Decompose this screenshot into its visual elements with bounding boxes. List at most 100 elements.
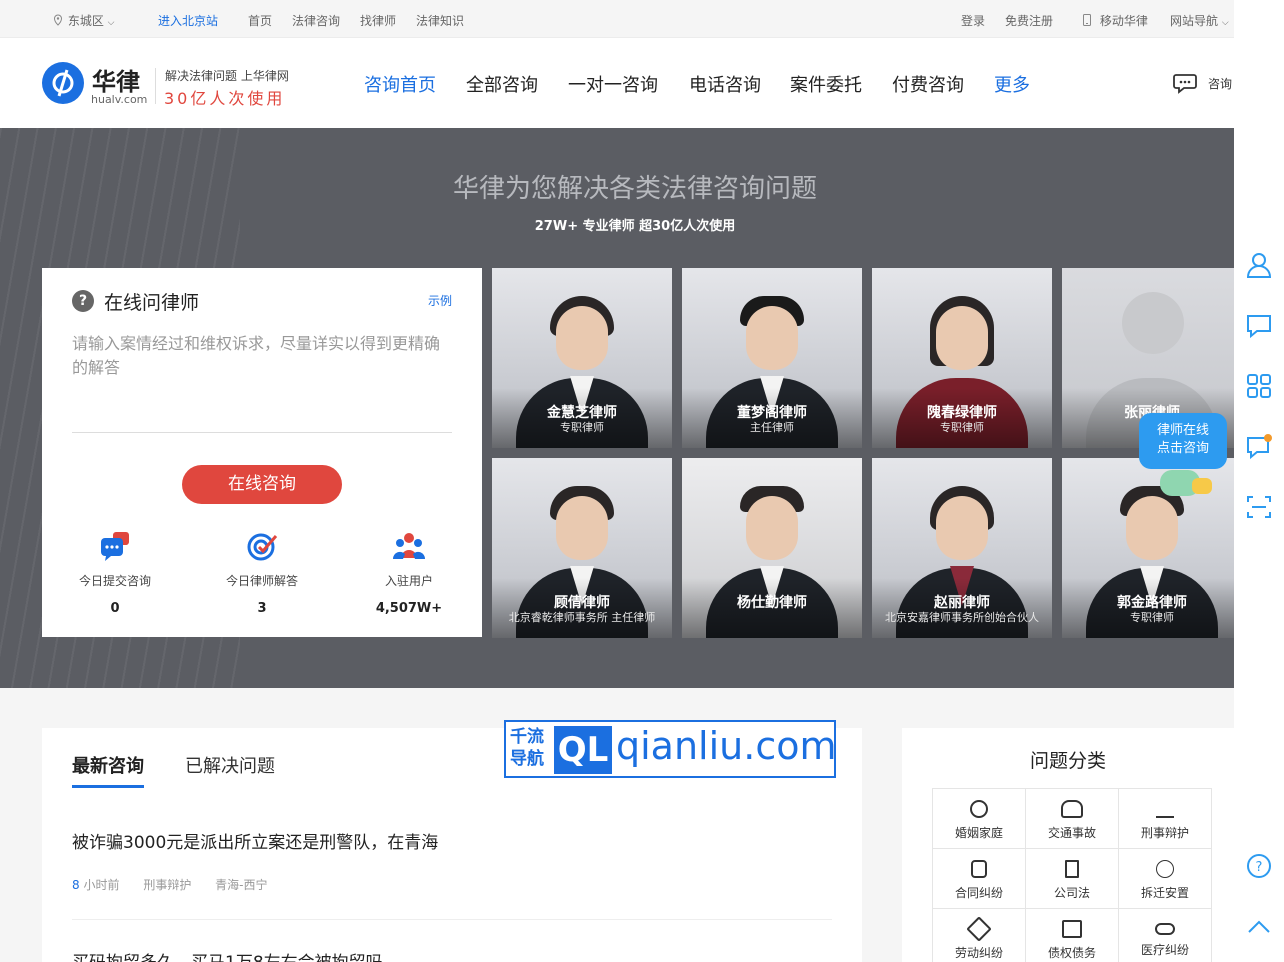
textarea-underline bbox=[72, 432, 452, 433]
category-criminal[interactable]: 刑事辩护 bbox=[1119, 789, 1212, 849]
meta-category[interactable]: 刑事辩护 bbox=[143, 878, 191, 892]
chat-icon bbox=[1173, 74, 1197, 94]
tab-latest[interactable]: 最新咨询 bbox=[72, 752, 144, 778]
enter-site-link[interactable]: 进入北京站 bbox=[158, 12, 218, 29]
chat-notify-icon[interactable] bbox=[1246, 434, 1272, 460]
category-grid: 婚姻家庭 交通事故 刑事辩护 合同纠纷 公司法 拆迁安置 劳动纠纷 债权债务 医… bbox=[932, 788, 1212, 962]
online-consult-button[interactable]: 在线咨询 bbox=[182, 465, 342, 504]
fan-icon bbox=[1156, 860, 1174, 878]
topbar-link-find-lawyer[interactable]: 找律师 bbox=[360, 12, 396, 29]
category-debt[interactable]: 债权债务 bbox=[1026, 909, 1119, 962]
category-company[interactable]: 公司法 bbox=[1026, 849, 1119, 909]
apps-grid-icon[interactable] bbox=[1246, 373, 1272, 399]
lawyer-title: 主任律师 bbox=[750, 421, 794, 434]
category-label: 劳动纠纷 bbox=[954, 946, 1003, 960]
lawyer-online-popup[interactable]: 律师在线 点击咨询 bbox=[1139, 413, 1227, 469]
hero-title: 华律为您解决各类法律咨询问题 bbox=[452, 174, 817, 204]
category-title: 问题分类 bbox=[1029, 750, 1106, 772]
user-icon[interactable] bbox=[1246, 252, 1272, 278]
login-link[interactable]: 登录 bbox=[961, 12, 985, 29]
hero-section: 华律为您解决各类法律咨询问题 27W+ 专业律师 超30亿人次使用 ? 在线问律… bbox=[0, 128, 1234, 688]
logo-divider bbox=[155, 68, 156, 104]
nav-case-entrust[interactable]: 案件委托 bbox=[790, 71, 862, 97]
category-label: 交通事故 bbox=[1047, 826, 1096, 840]
chevron-down-icon: ⌵ bbox=[107, 18, 115, 28]
consult-item-title[interactable]: 被诈骗3000元是派出所立案还是刑警队，在青海 bbox=[72, 828, 438, 853]
category-labor[interactable]: 劳动纠纷 bbox=[933, 909, 1026, 962]
header-consult-button[interactable]: 咨询 bbox=[1173, 72, 1232, 98]
example-link[interactable]: 示例 bbox=[428, 292, 452, 309]
money-icon bbox=[1062, 920, 1082, 938]
car-icon bbox=[1061, 800, 1083, 818]
lawyer-card[interactable]: 赵丽律师 北京安嘉律师事务所创始合伙人 bbox=[872, 458, 1052, 638]
scan-icon[interactable] bbox=[1246, 494, 1272, 520]
topbar-link-knowledge[interactable]: 法律知识 bbox=[416, 12, 464, 29]
category-label: 刑事辩护 bbox=[1140, 826, 1189, 840]
svg-text:?: ? bbox=[1256, 860, 1263, 875]
category-contract[interactable]: 合同纠纷 bbox=[933, 849, 1026, 909]
lawyer-title: 专职律师 bbox=[1130, 611, 1174, 624]
site-nav-link[interactable]: 网站导航 ⌵ bbox=[1170, 12, 1229, 29]
consult-item-title[interactable]: 买码拘留多久，买马1万8左右会被拘留吗 bbox=[72, 948, 383, 962]
help-icon[interactable]: ? bbox=[1246, 853, 1272, 879]
meta-time-unit: 小时前 bbox=[83, 878, 120, 892]
category-label: 债权债务 bbox=[1047, 946, 1096, 960]
mobile-text: 移动华律 bbox=[1099, 14, 1148, 28]
message-icon[interactable] bbox=[1246, 313, 1272, 339]
nav-paid-consult[interactable]: 付费咨询 bbox=[892, 71, 964, 97]
logo-name: 华律 bbox=[92, 68, 140, 96]
meta-location: 青海-西宁 bbox=[215, 878, 268, 892]
stat-label: 入驻用户 bbox=[384, 574, 433, 588]
watermark-cn-text: 千流导航 bbox=[510, 727, 544, 769]
slogan-line1: 解决法律问题 上华律网 bbox=[165, 69, 289, 83]
popup-line1: 律师在线 bbox=[1156, 423, 1209, 438]
document-icon bbox=[971, 860, 987, 878]
location-text: 东城区 bbox=[67, 14, 104, 28]
lawyer-title: 专职律师 bbox=[940, 421, 984, 434]
topbar-link-consult[interactable]: 法律咨询 bbox=[292, 12, 340, 29]
question-textarea[interactable]: 请输入案情经过和维权诉求，尽量详实以得到更精确的解答 bbox=[72, 332, 452, 380]
nav-more[interactable]: 更多 bbox=[994, 71, 1030, 97]
lawyer-title: 北京睿乾律师事务所 主任律师 bbox=[508, 611, 656, 624]
watermark-cn: 千流导航 bbox=[510, 726, 550, 770]
header-consult-text: 咨询 bbox=[1208, 77, 1233, 91]
lawyer-card[interactable]: 隗春绿律师 专职律师 bbox=[872, 268, 1052, 448]
popup-line2: 点击咨询 bbox=[1156, 441, 1209, 456]
nav-consult-home[interactable]: 咨询首页 bbox=[364, 71, 436, 97]
lawyer-card[interactable]: 金慧芝律师 专职律师 bbox=[492, 268, 672, 448]
category-panel: 问题分类 婚姻家庭 交通事故 刑事辩护 合同纠纷 公司法 拆迁安置 劳动纠纷 债… bbox=[902, 728, 1234, 962]
labor-icon bbox=[966, 916, 992, 942]
category-medical[interactable]: 医疗纠纷 bbox=[1119, 909, 1212, 962]
nav-phone-consult[interactable]: 电话咨询 bbox=[689, 71, 761, 97]
nav-all-consult[interactable]: 全部咨询 bbox=[466, 71, 538, 97]
register-link[interactable]: 免费注册 bbox=[1005, 12, 1053, 29]
location-selector[interactable]: 东城区 ⌵ bbox=[52, 12, 115, 29]
logo-icon[interactable] bbox=[42, 62, 84, 104]
lawyer-card[interactable]: 杨仕勤律师 bbox=[682, 458, 862, 638]
lawyer-name: 杨仕勤律师 bbox=[737, 595, 807, 611]
stat-value: 3 bbox=[257, 601, 267, 616]
lawyer-card[interactable]: 董梦阁律师 主任律师 bbox=[682, 268, 862, 448]
target-check-icon bbox=[246, 530, 278, 562]
lawyer-card[interactable]: 顾倩律师 北京睿乾律师事务所 主任律师 bbox=[492, 458, 672, 638]
topbar-link-home[interactable]: 首页 bbox=[248, 12, 272, 29]
stat-answered: 今日律师解答 3 bbox=[192, 530, 332, 616]
back-to-top-icon[interactable] bbox=[1246, 914, 1272, 940]
category-marriage[interactable]: 婚姻家庭 bbox=[933, 789, 1026, 849]
header: 华律 hualv.com 解决法律问题 上华律网 30亿人次使用 咨询首页 全部… bbox=[0, 38, 1234, 128]
category-label: 公司法 bbox=[1053, 886, 1090, 900]
category-demolition[interactable]: 拆迁安置 bbox=[1119, 849, 1212, 909]
logo-domain: hualv.com bbox=[91, 93, 148, 106]
category-label: 拆迁安置 bbox=[1140, 886, 1189, 900]
mobile-link[interactable]: 移动华律 bbox=[1082, 12, 1148, 29]
consult-item-meta: 8 小时前 刑事辩护 青海-西宁 bbox=[72, 876, 268, 893]
category-traffic[interactable]: 交通事故 bbox=[1026, 789, 1119, 849]
question-icon: ? bbox=[72, 290, 94, 312]
meta-time-num: 8 bbox=[72, 878, 80, 892]
tab-solved[interactable]: 已解决问题 bbox=[185, 752, 275, 778]
chevron-down-icon: ⌵ bbox=[1221, 18, 1229, 28]
avatar-placeholder bbox=[1122, 292, 1184, 354]
heart-icon bbox=[970, 800, 988, 818]
nav-one-on-one[interactable]: 一对一咨询 bbox=[568, 71, 658, 97]
chat-bubbles-icon bbox=[99, 530, 131, 562]
